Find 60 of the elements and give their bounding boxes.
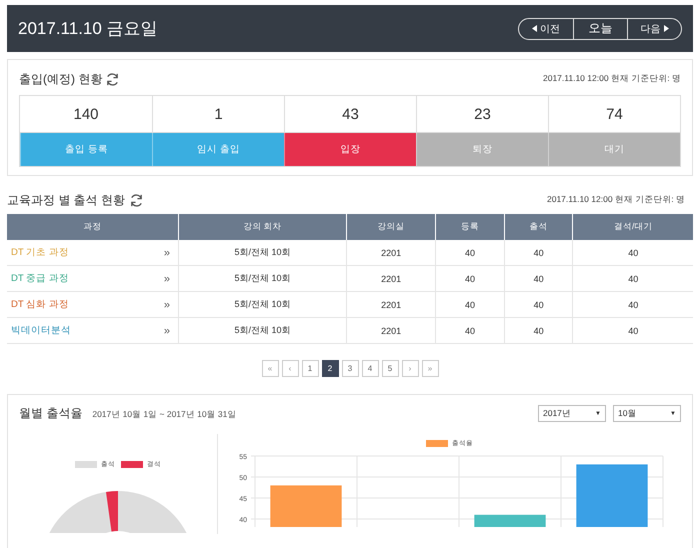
bar <box>576 464 648 528</box>
nav-today-button[interactable]: 오늘 <box>573 18 627 38</box>
table-cell: 2201 <box>346 318 436 344</box>
course-link[interactable]: 빅데이터분석 <box>11 324 71 337</box>
left-triangle-icon <box>532 25 537 32</box>
right-triangle-icon <box>664 25 668 32</box>
column-header: 강의 회차 <box>178 214 347 240</box>
table-cell: 2201 <box>346 292 436 318</box>
section-title: 출입(예정) 현황 <box>19 70 102 88</box>
table-cell: 40 <box>572 266 693 292</box>
bar <box>474 514 546 528</box>
status-label[interactable]: 입장 <box>284 133 416 166</box>
table-cell: 40 <box>436 292 504 318</box>
table-cell: 40 <box>436 266 504 292</box>
table-cell: 2201 <box>346 240 436 266</box>
expand-link[interactable]: » <box>164 246 170 258</box>
refresh-icon[interactable] <box>129 192 144 208</box>
page-first-button[interactable]: « <box>262 360 278 377</box>
refresh-icon[interactable] <box>105 72 120 86</box>
table-cell: 40 <box>572 318 693 344</box>
page-button[interactable]: 1 <box>302 360 318 377</box>
table-cell: 40 <box>504 318 573 344</box>
table-cell: 2201 <box>346 266 436 292</box>
nav-prev-button[interactable]: 이전 <box>519 18 573 38</box>
page-button[interactable]: 3 <box>342 360 358 377</box>
column-header: 출석 <box>504 214 573 240</box>
table-cell: 5회/전체 10회 <box>178 266 347 292</box>
column-header: 과정 <box>7 214 178 240</box>
timestamp-note: 2017.11.10 12:00 현재 기준단위: 명 <box>543 73 681 85</box>
table-cell: 5회/전체 10회 <box>178 240 347 266</box>
page-button[interactable]: 2 <box>322 360 338 377</box>
table-cell: 40 <box>504 292 573 318</box>
page-prev-button[interactable]: ‹ <box>282 360 298 377</box>
table-cell: 40 <box>572 292 693 318</box>
date-title: 2017.11.10 금요일 <box>18 18 158 40</box>
table-cell: 5회/전체 10회 <box>178 318 347 344</box>
expand-link[interactable]: » <box>164 298 170 310</box>
timestamp-note: 2017.11.10 12:00 현재 기준단위: 명 <box>547 194 685 206</box>
section-title: 교육과정 별 출석 현황 <box>7 192 126 208</box>
column-header: 결석/대기 <box>572 214 693 240</box>
nav-next-button[interactable]: 다음 <box>627 18 681 38</box>
expand-link[interactable]: » <box>164 272 170 284</box>
page-button[interactable]: 4 <box>362 360 378 377</box>
table-cell: 5회/전체 10회 <box>178 292 347 318</box>
table-cell: 40 <box>504 266 573 292</box>
expand-link[interactable]: » <box>164 324 170 336</box>
table-cell: 40 <box>504 240 573 266</box>
date-range: 2017년 10월 1일 ~ 2017년 10월 31일 <box>92 409 236 421</box>
table-cell: 40 <box>436 318 504 344</box>
column-header: 등록 <box>436 214 504 240</box>
chart-title: 월별 출석율 <box>19 405 82 422</box>
course-link[interactable]: DT 심화 과정 <box>11 298 69 311</box>
course-link[interactable]: DT 중급 과정 <box>11 272 69 285</box>
page-last-button[interactable]: » <box>422 360 438 377</box>
table-cell: 40 <box>436 240 504 266</box>
bar <box>270 485 342 528</box>
column-header: 강의실 <box>346 214 436 240</box>
table-cell: 40 <box>572 240 693 266</box>
page-next-button[interactable]: › <box>402 360 418 377</box>
page-button[interactable]: 5 <box>382 360 398 377</box>
